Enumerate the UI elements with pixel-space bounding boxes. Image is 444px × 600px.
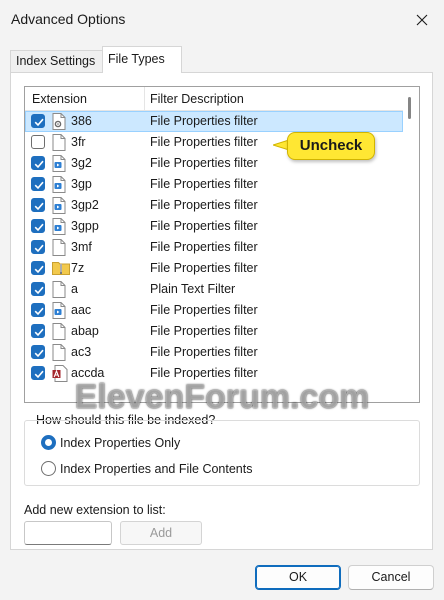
add-extension-label: Add new extension to list:	[24, 503, 166, 517]
column-header-filter-description[interactable]: Filter Description	[150, 92, 244, 106]
row-filter-description: File Properties filter	[150, 156, 258, 170]
row-checkbox-aac[interactable]	[31, 303, 45, 317]
table-row[interactable]: 3gp File Properties filter	[25, 174, 403, 195]
tab-index-settings[interactable]: Index Settings	[10, 50, 103, 72]
table-row[interactable]: a Plain Text Filter	[25, 279, 403, 300]
row-extension: 3gpp	[71, 219, 99, 233]
table-row[interactable]: aac File Properties filter	[25, 300, 403, 321]
row-extension: 3mf	[71, 240, 92, 254]
zip-folder-icon	[52, 260, 70, 277]
row-filter-description: File Properties filter	[150, 135, 258, 149]
row-filter-description: File Properties filter	[150, 114, 258, 128]
uncheck-callout: Uncheck	[273, 132, 375, 160]
callout-text: Uncheck	[287, 132, 375, 160]
row-checkbox-3fr[interactable]	[31, 135, 45, 149]
blank-file-icon	[52, 323, 66, 340]
radio-label-text: Index Properties Only	[60, 436, 181, 450]
column-divider[interactable]	[144, 87, 145, 111]
row-extension: 3gp2	[71, 198, 99, 212]
gear-file-icon	[52, 113, 66, 130]
table-row[interactable]: 3gpp File Properties filter	[25, 216, 403, 237]
row-checkbox-abap[interactable]	[31, 324, 45, 338]
blank-file-icon	[52, 281, 66, 298]
blank-file-icon	[52, 134, 66, 151]
row-extension: ac3	[71, 345, 92, 359]
row-filter-description: File Properties filter	[150, 219, 258, 233]
blank-file-icon	[52, 344, 66, 361]
close-button[interactable]	[408, 6, 436, 34]
row-filter-description: File Properties filter	[150, 303, 258, 317]
radio-label-properties-only[interactable]: Index Properties Only	[60, 436, 180, 450]
radio-label-properties-and-contents[interactable]: Index Properties and File Contents	[60, 462, 252, 476]
ok-button[interactable]: OK	[255, 565, 341, 590]
row-filter-description: File Properties filter	[150, 198, 258, 212]
media-file-icon	[52, 176, 66, 193]
vertical-scrollbar[interactable]	[403, 87, 419, 402]
cancel-button[interactable]: Cancel	[348, 565, 434, 590]
scrollbar-thumb[interactable]	[408, 97, 411, 119]
row-checkbox-ac3[interactable]	[31, 345, 45, 359]
row-extension: 3fr	[71, 135, 86, 149]
table-row[interactable]: ac3 File Properties filter	[25, 342, 403, 363]
blank-file-icon	[52, 239, 66, 256]
row-filter-description: Plain Text Filter	[150, 282, 236, 296]
tab-file-types[interactable]: File Types	[102, 46, 182, 73]
table-row[interactable]: 3mf File Properties filter	[25, 237, 403, 258]
row-checkbox-3gpp[interactable]	[31, 219, 45, 233]
row-extension: 3gp	[71, 177, 92, 191]
row-filter-description: File Properties filter	[150, 324, 258, 338]
row-checkbox-3g2[interactable]	[31, 156, 45, 170]
row-extension: a	[71, 282, 78, 296]
media-file-icon	[52, 197, 66, 214]
title-bar: Advanced Options	[0, 0, 444, 40]
index-method-group	[24, 420, 420, 486]
row-checkbox-7z[interactable]	[31, 261, 45, 275]
row-extension: 386	[71, 114, 92, 128]
row-checkbox-386[interactable]	[31, 114, 45, 128]
window-title: Advanced Options	[11, 11, 126, 27]
list-header: Extension Filter Description	[25, 87, 403, 111]
add-extension-input[interactable]	[24, 521, 112, 545]
row-checkbox-3mf[interactable]	[31, 240, 45, 254]
table-row[interactable]: 3gp2 File Properties filter	[25, 195, 403, 216]
radio-index-properties-only[interactable]	[41, 435, 56, 450]
row-filter-description: File Properties filter	[150, 345, 258, 359]
table-row[interactable]: 7z File Properties filter	[25, 258, 403, 279]
radio-index-properties-and-contents[interactable]	[41, 461, 56, 476]
table-row[interactable]: 386 File Properties filter	[25, 111, 403, 132]
media-file-icon	[52, 155, 66, 172]
add-button[interactable]: Add	[120, 521, 202, 545]
row-extension: 7z	[71, 261, 85, 275]
row-checkbox-3gp[interactable]	[31, 177, 45, 191]
radio-label-text: Index Properties and File Contents	[60, 462, 253, 476]
media-file-icon	[52, 218, 66, 235]
column-header-extension[interactable]: Extension	[32, 92, 87, 106]
row-filter-description: File Properties filter	[150, 261, 258, 275]
row-checkbox-a[interactable]	[31, 282, 45, 296]
table-row[interactable]: abap File Properties filter	[25, 321, 403, 342]
row-checkbox-3gp2[interactable]	[31, 198, 45, 212]
media-file-icon	[52, 302, 66, 319]
row-filter-description: File Properties filter	[150, 177, 258, 191]
row-extension: abap	[71, 324, 99, 338]
row-extension: aac	[71, 303, 92, 317]
watermark-logo: ElevenForum.com	[74, 378, 370, 416]
row-filter-description: File Properties filter	[150, 240, 258, 254]
row-extension: 3g2	[71, 156, 92, 170]
close-icon	[416, 14, 428, 26]
